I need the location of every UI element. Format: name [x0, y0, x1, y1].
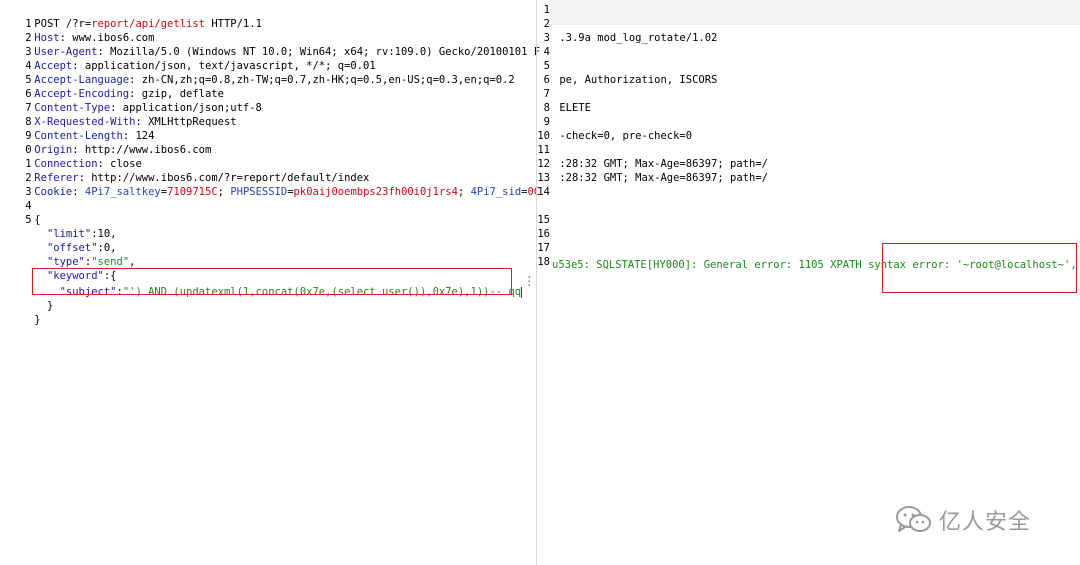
drag-handle-icon[interactable]: · · ·: [526, 272, 533, 291]
watermark-text: 亿人安全: [939, 510, 1032, 535]
response-text: pe, Authorization, ISCORS: [559, 74, 718, 86]
line-number: 10: [537, 130, 550, 142]
json-keyword: "keyword":{: [9, 255, 117, 282]
line-number: 3: [543, 32, 550, 44]
line-number: 12: [537, 158, 550, 170]
text-cursor: [521, 286, 523, 298]
cookie-key: 4Pi7_saltkey: [84, 186, 161, 198]
response-line-14: 14: [537, 185, 553, 199]
response-line-15: 15: [537, 213, 553, 227]
header-line-cookie: 3 Cookie: 4Pi7_saltkey=7109715C; PHPSESSI…: [0, 171, 540, 198]
blank-line: 4: [0, 185, 34, 212]
response-line-8: 8 ELETE: [537, 101, 591, 115]
header-line-origin: 0 Origin: http://www.ibos6.com: [25, 144, 212, 156]
header-line-content-type: 7 Content-Type: application/json;utf-8: [25, 102, 262, 114]
json-type: "type":"send",: [46, 256, 136, 268]
response-line-5: 5: [537, 59, 553, 73]
header-line-host: 2 Host: www.ibos6.com: [25, 32, 155, 44]
response-line-6: 6 pe, Authorization, ISCORS: [537, 73, 718, 87]
response-line-13: 13 :28:32 GMT; Max-Age=86397; path=/: [537, 171, 768, 185]
json-close: }: [9, 299, 40, 326]
response-header-strip: [549, 0, 1080, 25]
cookie-key: PHPSESSID: [230, 186, 288, 198]
request-editor-pane[interactable]: 1 POST /?r=report/api/getlist HTTP/1.1 2H…: [0, 0, 540, 565]
response-line-4: 4: [537, 45, 553, 59]
json-offset: "offset":0,: [46, 242, 117, 254]
response-text: :28:32 GMT; Max-Age=86397; path=/: [559, 172, 768, 184]
header-line-referer: 2 Referer: http://www.ibos6.com/?r=report…: [25, 172, 370, 184]
request-line: 1 POST /?r=report/api/getlist HTTP/1.1: [0, 3, 262, 30]
cookie-value: 7109715C: [167, 186, 218, 198]
line-number: 17: [537, 242, 550, 254]
request-protocol: HTTP/1.1: [205, 18, 262, 30]
header-name: Cookie: [34, 186, 73, 198]
response-line-17: 17: [537, 241, 553, 255]
response-text: .3.9a mod_log_rotate/1.02: [559, 32, 718, 44]
json-brace: }: [46, 300, 54, 312]
header-line-connection: 1 Connection: close: [25, 158, 142, 170]
response-line-11: 11: [537, 143, 553, 157]
line-number: 13: [537, 172, 550, 184]
cookie-key: 4Pi7_sid: [470, 186, 522, 198]
line-number: 5: [543, 60, 550, 72]
line-number: 16: [537, 228, 550, 240]
json-brace: }: [34, 314, 41, 326]
header-line-user-agent: 3 User-Agent: Mozilla/5.0 (Windows NT 10.…: [0, 31, 540, 58]
line-number: 14: [537, 186, 550, 198]
line-number: 15: [537, 214, 550, 226]
response-line-7: 7: [537, 87, 553, 101]
line-number: 18: [537, 256, 550, 268]
line-number: 9: [543, 116, 550, 128]
error-highlight-box: [882, 243, 1077, 293]
line-number: 11: [537, 144, 550, 156]
response-text: :28:32 GMT; Max-Age=86397; path=/: [559, 158, 768, 170]
response-line-12: 12 :28:32 GMT; Max-Age=86397; path=/: [537, 157, 768, 171]
header-value: XMLHttpRequest: [141, 116, 237, 128]
line-number: 7: [543, 88, 550, 100]
header-line-accept: 4 Accept: application/json, text/javascri…: [25, 60, 376, 72]
response-line-10: 10 -check=0, pre-check=0: [537, 129, 692, 143]
line-number: 6: [543, 74, 550, 86]
response-line-18: 18: [537, 255, 553, 269]
wechat-icon: [896, 506, 931, 532]
json-limit: "limit":10,: [46, 228, 117, 240]
payload-highlight-box: [32, 268, 512, 295]
response-line-16: 16: [537, 227, 553, 241]
header-line-accept-encoding: 6 Accept-Encoding: gzip, deflate: [25, 88, 224, 100]
line-number: 4: [543, 46, 550, 58]
header-line-x-requested-with: 8 X-Requested-With: XMLHttpRequest: [25, 116, 237, 128]
header-line-content-length: 9 Content-Length: 124: [25, 130, 155, 142]
json-open: 5{: [0, 199, 40, 226]
watermark: 亿人安全: [895, 502, 1031, 538]
response-line-9: 9: [537, 115, 553, 129]
response-line-3: 3 .3.9a mod_log_rotate/1.02: [537, 31, 718, 45]
header-line-accept-language: 5 Accept-Language: zh-CN,zh;q=0.8,zh-TW;q…: [25, 74, 515, 86]
cookie-value: pk0aij0oembps23fh00i0j1rs4: [293, 186, 458, 198]
response-text: -check=0, pre-check=0: [559, 130, 693, 142]
response-text: ELETE: [559, 102, 591, 114]
line-number: 8: [543, 102, 550, 114]
